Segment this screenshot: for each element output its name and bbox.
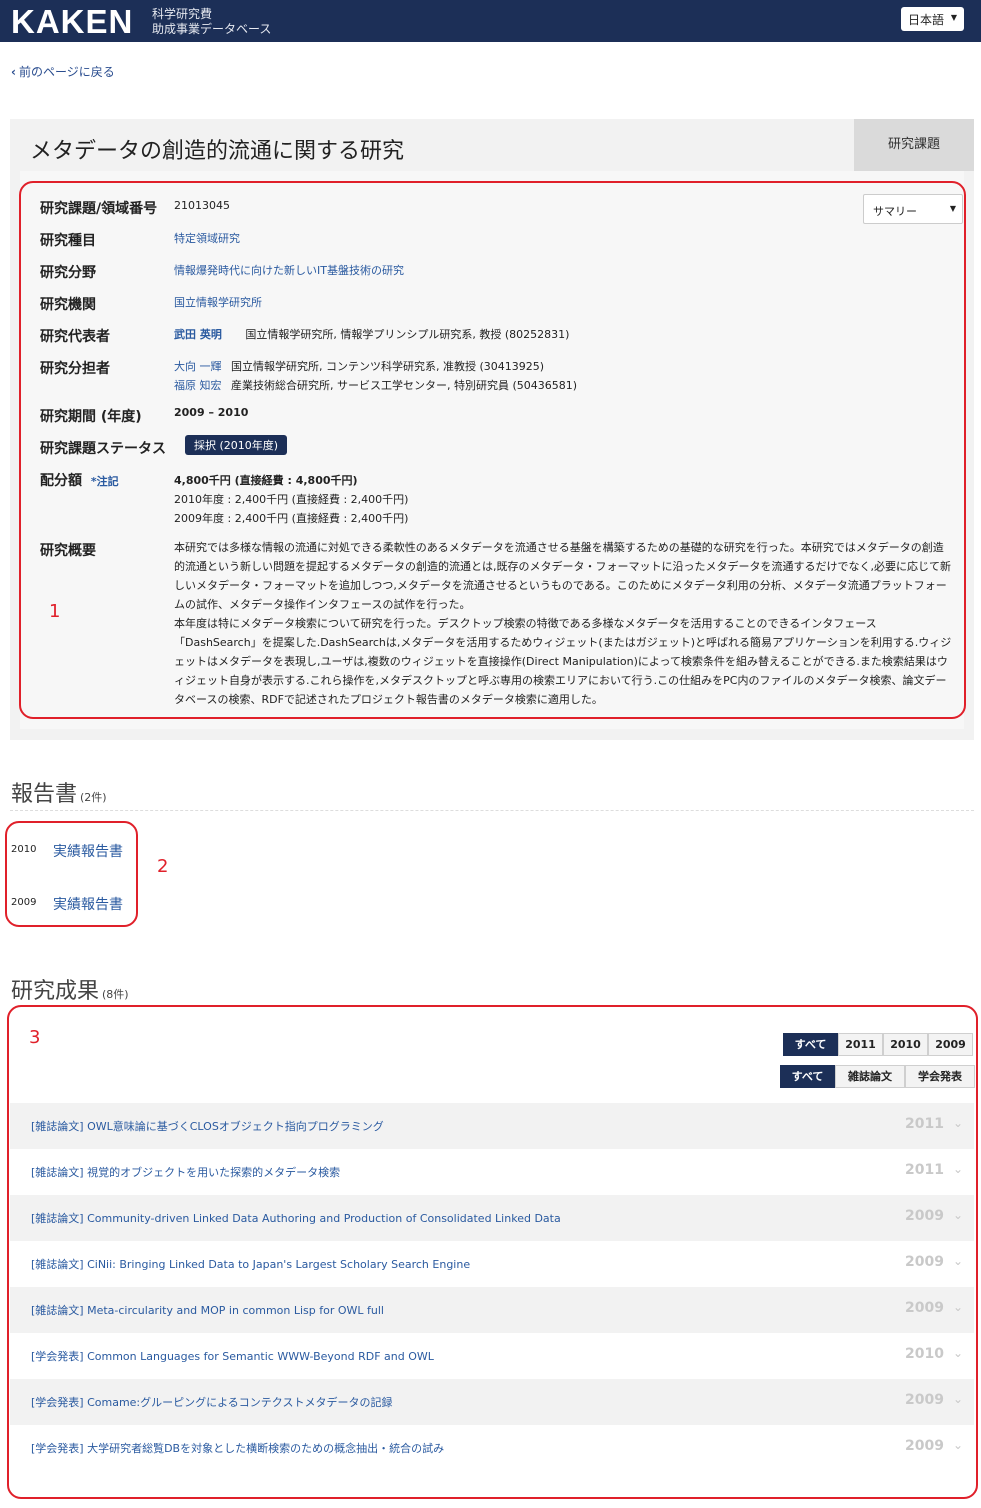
annotation-number-3: 3 [29,1027,41,1048]
back-label: 前のページに戻る [18,65,115,79]
top-header: KAKEN 科学研究費 助成事業データベース 日本語 ▼ [0,0,981,42]
caret-down-icon: ▼ [950,13,957,22]
logo-subtitle-line1: 科学研究費 [152,7,213,21]
language-value: 日本語 [908,13,945,27]
back-link[interactable]: ‹ 前のページに戻る [11,63,115,80]
project-type-tag: 研究課題 [854,119,974,171]
language-select[interactable]: 日本語 ▼ [901,7,964,31]
annotation-box-3 [7,1005,978,1499]
annotation-number-1: 1 [49,601,61,622]
outputs-title: 研究成果 [11,979,100,1004]
reports-title: 報告書 [11,782,78,807]
kaken-logo[interactable]: KAKEN [11,3,133,41]
outputs-heading: 研究成果 (8件) [11,973,129,1005]
reports-count: (2件) [80,791,107,804]
annotation-box-2 [5,821,138,927]
divider [10,810,974,811]
annotation-number-2: 2 [157,856,169,877]
logo-subtitle-line2: 助成事業データベース [152,22,272,36]
chevron-left-icon: ‹ [11,65,16,79]
annotation-box-1 [19,181,966,719]
page-title: メタデータの創造的流通に関する研究 [30,139,405,164]
reports-heading: 報告書 (2件) [11,776,107,808]
logo-subtitle: 科学研究費 助成事業データベース [152,7,271,37]
outputs-count: (8件) [102,988,129,1001]
